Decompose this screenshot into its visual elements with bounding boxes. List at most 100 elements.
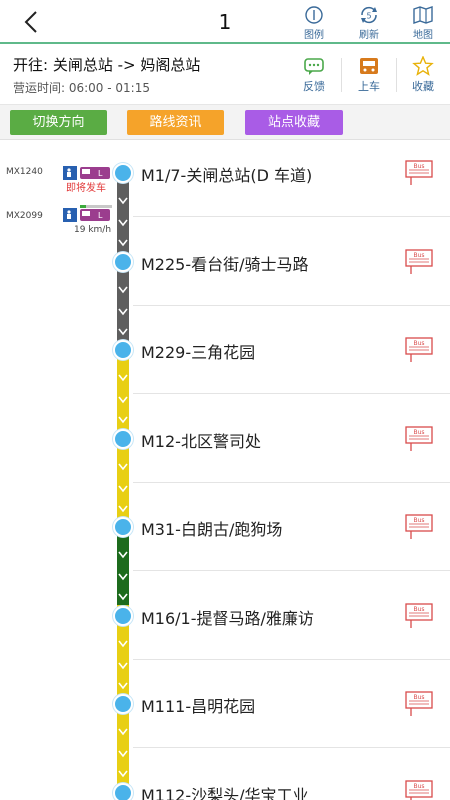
- vehicle-status: 即将发车: [66, 183, 106, 194]
- direction-chevron-icon: [118, 593, 128, 601]
- stop-name[interactable]: M111-昌明花园: [141, 693, 255, 717]
- bus-vehicle-icon[interactable]: L: [63, 208, 113, 222]
- direction-chevron-icon: [118, 662, 128, 669]
- board-bus-button[interactable]: 上车: [349, 56, 389, 100]
- direction-chevron-icon: [118, 640, 128, 647]
- refresh-icon: 5: [361, 6, 377, 24]
- refresh-label: 刷新: [359, 30, 379, 41]
- stop-marker[interactable]: [113, 782, 133, 800]
- vehicle-speed: 19 km/h: [74, 225, 112, 235]
- direction-chevron-icon: [118, 463, 128, 470]
- bus-stop-sign-icon[interactable]: Bus: [405, 514, 433, 540]
- refresh-button[interactable]: 5 刷新: [347, 5, 391, 41]
- refresh-countdown: 5: [366, 12, 371, 21]
- direction-chevron-icon: [118, 328, 128, 335]
- stop-divider: [133, 304, 450, 306]
- stop-divider: [133, 216, 450, 217]
- stop-divider: [133, 747, 450, 748]
- direction-chevron-icon: [118, 551, 128, 559]
- vehicle-plate: MX1240: [6, 167, 43, 177]
- stop-name[interactable]: M229-三角花园: [141, 339, 255, 363]
- map-button[interactable]: 地图: [401, 5, 445, 41]
- direction-chevron-icon: [118, 308, 128, 315]
- direction-chevron-icon: [118, 396, 128, 404]
- stop-marker[interactable]: [113, 163, 133, 183]
- direction-chevron-icon: [118, 374, 128, 382]
- stop-marker[interactable]: [113, 251, 133, 272]
- bus-stop-sign-text: Bus: [413, 694, 424, 701]
- feedback-button[interactable]: 反馈: [294, 56, 334, 100]
- bus-icon: [360, 58, 378, 74]
- bus-stop-sign-icon[interactable]: Bus: [405, 602, 433, 629]
- bus-stop-sign-text: Bus: [413, 429, 424, 436]
- direction-chevron-icon: [118, 485, 128, 492]
- stop-marker[interactable]: [113, 694, 133, 714]
- direction-chevron-icon: [118, 682, 128, 689]
- operating-hours: 营运时间: 06:00 - 01:15: [13, 81, 150, 95]
- bus-stop-sign-text: Bus: [413, 252, 424, 259]
- top-bar: 1 图例 5 刷新 地图: [0, 0, 450, 44]
- stop-divider: [133, 658, 450, 660]
- stop-divider: [133, 570, 450, 571]
- bus-stop-sign-icon[interactable]: Bus: [405, 248, 433, 275]
- stop-name[interactable]: M1/7-关闸总站(D 车道): [141, 162, 312, 186]
- legend-button[interactable]: 图例: [292, 5, 336, 41]
- favorite-button[interactable]: 收藏: [403, 56, 443, 100]
- occupancy-bar: [80, 205, 112, 208]
- divider: [341, 58, 342, 92]
- back-button[interactable]: [18, 8, 44, 36]
- bus-stop-sign-icon[interactable]: Bus: [405, 691, 433, 717]
- chevron-left-icon: [24, 11, 37, 33]
- bus-vehicle-icon[interactable]: L: [63, 166, 113, 180]
- map-icon: [413, 6, 433, 24]
- bus-stop-sign-text: Bus: [413, 606, 424, 613]
- bus-stop-sign-icon[interactable]: Bus: [405, 779, 433, 800]
- direction-chevron-icon: [118, 286, 128, 293]
- bus-stop-sign-icon[interactable]: Bus: [405, 337, 433, 363]
- stop-name[interactable]: M16/1-提督马路/雅廉访: [141, 605, 314, 629]
- legend-label: 图例: [304, 30, 324, 41]
- route-info: 开往: 关闸总站 -> 妈阁总站 营运时间: 06:00 - 01:15 反馈 …: [0, 46, 450, 104]
- direction-chevron-icon: [118, 505, 128, 512]
- stop-divider: [133, 481, 450, 483]
- stop-name[interactable]: M225-看台街/骑士马路: [141, 251, 309, 275]
- direction-chevron-icon: [118, 750, 128, 758]
- favorite-label: 收藏: [412, 80, 434, 93]
- direction-chevron-icon: [118, 728, 128, 736]
- direction-chevron-icon: [118, 573, 128, 581]
- bus-stop-sign-text: Bus: [413, 517, 424, 524]
- direction-chevron-icon: [118, 416, 128, 424]
- stop-marker[interactable]: [113, 340, 133, 360]
- bus-stop-sign-text: Bus: [413, 163, 424, 170]
- route-info-button[interactable]: 路线资讯: [127, 110, 224, 135]
- divider: [396, 58, 397, 92]
- bus-stop-sign-icon[interactable]: Bus: [405, 425, 433, 452]
- direction-chevron-icon: [118, 770, 128, 778]
- bus-stop-sign-icon[interactable]: Bus: [405, 160, 433, 186]
- stop-marker[interactable]: [113, 428, 133, 449]
- stop-name[interactable]: M31-白朗古/跑狗场: [141, 516, 282, 540]
- direction-chevron-icon: [118, 197, 128, 205]
- route-number: 1: [218, 10, 232, 34]
- stop-name[interactable]: M12-北区警司处: [141, 428, 261, 452]
- stop-marker[interactable]: [113, 517, 133, 537]
- board-bus-label: 上车: [358, 80, 380, 93]
- stop-divider: [133, 393, 450, 394]
- star-icon: [412, 56, 434, 76]
- bus-stop-sign-text: Bus: [413, 783, 424, 790]
- stop-favorites-button[interactable]: 站点收藏: [245, 110, 343, 135]
- direction-chevron-icon: [118, 219, 128, 227]
- svg-text:L: L: [98, 169, 103, 178]
- svg-text:L: L: [98, 211, 103, 220]
- stop-name[interactable]: M112-沙梨头/华宝工业: [141, 782, 309, 800]
- direction-chevron-icon: [118, 239, 128, 247]
- stop-marker[interactable]: [113, 605, 133, 626]
- feedback-label: 反馈: [303, 80, 325, 93]
- feedback-icon: [304, 58, 324, 75]
- info-icon: [305, 6, 323, 24]
- vehicle-plate: MX2099: [6, 211, 43, 221]
- bus-stop-sign-text: Bus: [413, 340, 424, 347]
- switch-direction-button[interactable]: 切换方向: [10, 110, 107, 135]
- route-stop-list: MX1240 L 即将发车 MX2099 L 19 km/h M1/7-关闸总站…: [0, 141, 450, 800]
- map-label: 地图: [413, 30, 433, 41]
